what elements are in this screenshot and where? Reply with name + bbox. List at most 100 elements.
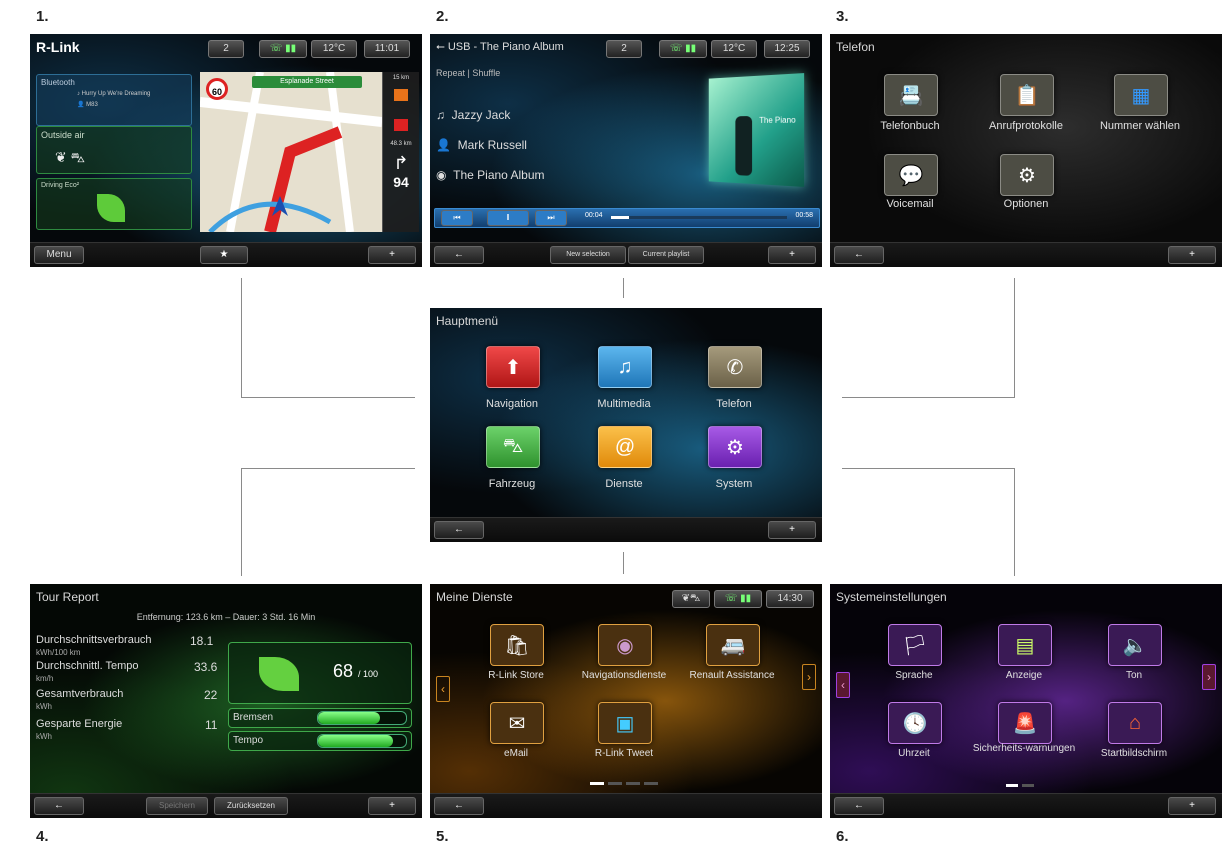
back-button[interactable]: ← [434, 246, 484, 264]
stat-value-total-consumption: 22 [204, 688, 218, 702]
next-icon[interactable]: ⏭ [535, 210, 567, 226]
tile-label-ton: Ton [1125, 670, 1143, 681]
tile-label-telefonbuch: Telefonbuch [880, 120, 940, 132]
tempo-row: Tempo [228, 731, 412, 751]
driving-eco-widget[interactable]: Driving Eco² [36, 178, 192, 230]
pause-icon[interactable]: ‖ [487, 210, 529, 226]
bluetooth-track: ♪ Hurry Up We're Dreaming [77, 91, 151, 97]
plus-button[interactable]: + [368, 797, 416, 815]
back-button[interactable]: ← [434, 797, 484, 815]
warning-light-icon[interactable]: 🚨 [998, 702, 1052, 744]
speaker-icon[interactable]: 🔈 [1108, 624, 1162, 666]
screen-number-2: 2. [436, 8, 449, 25]
tile-label-system: System [715, 478, 753, 490]
page-title: Meine Dienste [436, 590, 513, 604]
at-sign-icon[interactable]: @ [598, 426, 652, 468]
plus-button[interactable]: + [768, 521, 816, 539]
plus-button[interactable]: + [768, 246, 816, 264]
speed-limit-sign: 60 [206, 78, 228, 100]
tile-label-startbildschirm: Startbildschirm [1100, 748, 1168, 759]
status-clock: 12:25 [764, 40, 810, 58]
options-icon[interactable]: ⚙ [1000, 154, 1054, 196]
media-source: ⭠ USB - The Piano Album [436, 41, 564, 53]
time-total: 00:58 [795, 212, 813, 219]
chevron-left-icon[interactable]: ‹ [836, 672, 850, 698]
plus-button[interactable]: + [1168, 246, 1216, 264]
status-clock: 11:01 [364, 40, 410, 58]
current-playlist-button[interactable]: Current playlist [628, 246, 704, 264]
keypad-icon[interactable]: ▦ [1114, 74, 1168, 116]
language-flags-icon[interactable]: 🏳 [888, 624, 942, 666]
back-button[interactable]: ← [834, 797, 884, 815]
navigation-arrow-icon[interactable]: ⬆ [486, 346, 540, 388]
email-envelope-icon[interactable]: ✉ [490, 702, 544, 744]
status-temperature: 12°C [311, 40, 357, 58]
back-button[interactable]: ← [434, 521, 484, 539]
new-selection-button[interactable]: New selection [550, 246, 626, 264]
plus-button[interactable]: + [368, 246, 416, 264]
car-icon[interactable]: ⛍ [486, 426, 540, 468]
back-button[interactable]: ← [834, 246, 884, 264]
traffic-jam-icon [394, 119, 408, 131]
bottom-bar: ← New selection Current playlist + [430, 242, 822, 267]
phone-icon[interactable]: ✆ [708, 346, 762, 388]
progress-track[interactable] [611, 216, 787, 219]
phone-signal-icon: ☏ ▮▮ [659, 40, 707, 58]
stat-label-avg-speed: Durchschnittl. Tempo [36, 660, 139, 672]
home-icon[interactable]: ⌂ [1108, 702, 1162, 744]
stat-unit-saved-energy: kWh [36, 732, 52, 741]
bottom-bar: ← + [830, 793, 1222, 818]
back-button[interactable]: ← [34, 797, 84, 815]
phonebook-icon[interactable]: 📇 [884, 74, 938, 116]
chevron-left-icon[interactable]: ‹ [436, 676, 450, 702]
favorites-button[interactable]: ★ [200, 246, 248, 264]
store-bag-icon[interactable]: 🛍 [490, 624, 544, 666]
call-log-icon[interactable]: 📋 [1000, 74, 1054, 116]
eco-leaf-icon [97, 194, 125, 222]
gears-icon[interactable]: ⚙ [708, 426, 762, 468]
chevron-right-icon[interactable]: › [1202, 664, 1216, 690]
outside-air-title: Outside air [41, 130, 85, 140]
clock-icon[interactable]: 🕓 [888, 702, 942, 744]
tweet-icon[interactable]: ▣ [598, 702, 652, 744]
display-icon[interactable]: ▤ [998, 624, 1052, 666]
tile-label-anrufprotokolle: Anrufprotokolle [989, 120, 1063, 132]
save-button[interactable]: Speichern [146, 797, 208, 815]
status-facebook-count: 2 [208, 40, 244, 58]
tempo-bar [317, 734, 407, 748]
stat-value-saved-energy: 11 [205, 718, 218, 732]
turn-right-icon: ↱ [393, 153, 409, 173]
plus-button[interactable]: + [1168, 797, 1216, 815]
page-title: Tour Report [36, 590, 99, 604]
reset-button[interactable]: Zurücksetzen [214, 797, 288, 815]
tour-summary: Entfernung: 123.6 km – Dauer: 3 Std. 16 … [136, 612, 316, 622]
navigation-services-icon[interactable]: ◉ [598, 624, 652, 666]
leaf-car-icon: ❦ ⛍ [55, 149, 86, 165]
previous-icon[interactable]: ⏮ [441, 210, 473, 226]
tile-label-multimedia: Multimedia [597, 398, 651, 410]
voicemail-icon[interactable]: 💬 [884, 154, 938, 196]
phone-signal-icon: ☏ ▮▮ [259, 40, 307, 58]
bluetooth-widget[interactable]: Bluetooth ♪ Hurry Up We're Dreaming 👤 M8… [36, 74, 192, 126]
map-view[interactable]: 60 Esplanade Street [200, 72, 382, 232]
music-note-icon[interactable]: ♫ [598, 346, 652, 388]
screen-number-6: 6. [836, 828, 849, 845]
outside-air-widget[interactable]: Outside air ❦ ⛍ [36, 126, 192, 174]
tile-label-rlink-store: R-Link Store [488, 670, 544, 681]
tile-label-nummer-waehlen: Nummer wählen [1099, 120, 1181, 132]
screen-number-3: 3. [836, 8, 849, 25]
play-mode[interactable]: Repeat | Shuffle [436, 68, 500, 78]
screen-hauptmenu: Hauptmenü ⬆ Navigation ♫ Multimedia ✆ Te… [430, 308, 822, 542]
tile-label-dienste: Dienste [605, 478, 643, 490]
status-facebook-count: 2 [606, 40, 642, 58]
rlink-logo: R-Link [36, 39, 80, 55]
tile-label-sicherheitswarnungen: Sicherheits-warnungen [972, 743, 1076, 754]
page-title: Systemeinstellungen [836, 590, 947, 604]
album-art: The Piano [708, 73, 805, 187]
tile-label-anzeige: Anzeige [1005, 670, 1043, 681]
bluetooth-artist: 👤 M83 [77, 102, 98, 108]
menu-button[interactable]: Menu [34, 246, 84, 264]
stat-unit-avg-consumption: kWh/100 km [36, 648, 81, 657]
chevron-right-icon[interactable]: › [802, 664, 816, 690]
assistance-van-icon[interactable]: 🚐 [706, 624, 760, 666]
